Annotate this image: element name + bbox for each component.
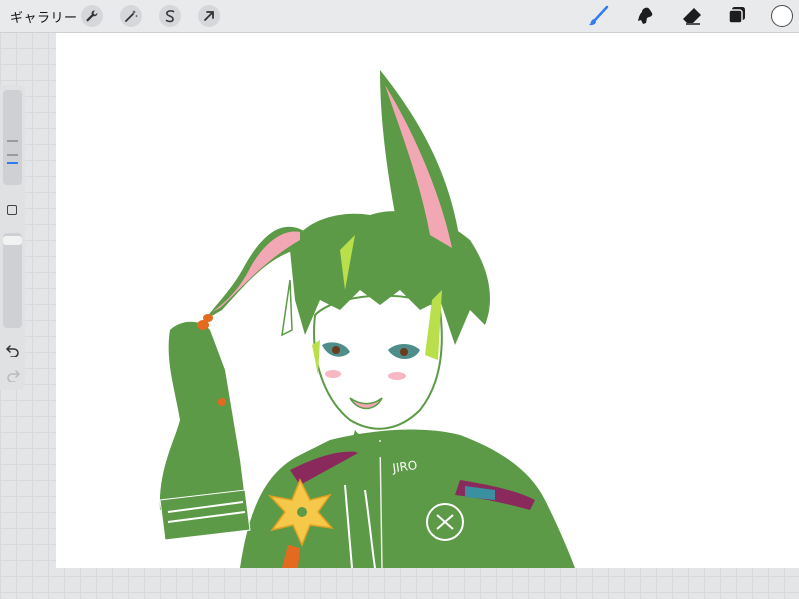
- opacity-slider-handle[interactable]: [3, 236, 22, 245]
- magic-wand-icon[interactable]: [120, 5, 142, 27]
- gallery-button[interactable]: ギャラリー: [10, 7, 78, 26]
- slider-tick: [7, 154, 18, 156]
- size-slider[interactable]: [3, 90, 22, 185]
- transform-arrow-icon[interactable]: [198, 5, 220, 27]
- modify-square-button[interactable]: [7, 205, 17, 215]
- redo-icon[interactable]: [5, 367, 21, 383]
- undo-icon[interactable]: [5, 342, 21, 358]
- wrench-icon[interactable]: [81, 5, 103, 27]
- opacity-slider[interactable]: [3, 233, 22, 328]
- slider-handle-indicator[interactable]: [7, 162, 18, 164]
- brush-icon[interactable]: [587, 5, 611, 27]
- eraser-icon[interactable]: [680, 5, 704, 27]
- left-sidebar: [0, 85, 25, 390]
- slider-tick: [7, 140, 18, 142]
- smudge-icon[interactable]: [633, 5, 657, 27]
- artwork: JIRO: [159, 70, 575, 568]
- drawing-canvas[interactable]: JIRO: [56, 33, 799, 568]
- color-picker[interactable]: [771, 5, 793, 27]
- top-toolbar: ギャラリー: [0, 0, 799, 33]
- selection-icon[interactable]: [159, 5, 181, 27]
- layers-icon[interactable]: [725, 5, 749, 27]
